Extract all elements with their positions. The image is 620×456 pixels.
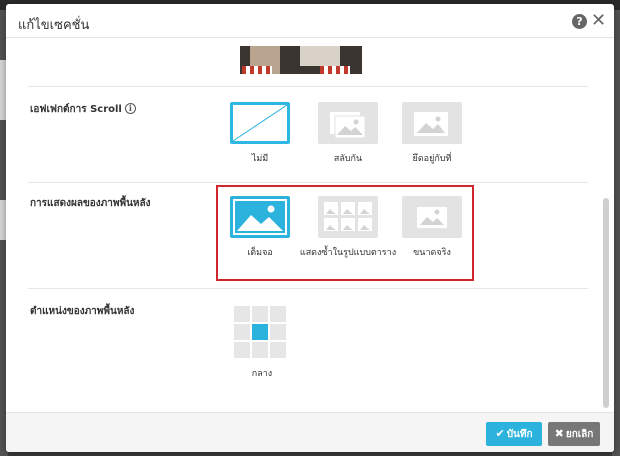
scroll-effect-label: เอฟเฟกต์การ Scroll i [30, 102, 136, 117]
dialog-body[interactable]: เอฟเฟกต์การ Scroll i ไม่มี สลับกัน ยึดอย… [16, 38, 602, 410]
position-middle-left[interactable] [234, 324, 250, 340]
image-icon [414, 112, 448, 136]
scrollbar-thumb[interactable] [603, 198, 609, 408]
dialog-header: แก้ไขเซคชั่น ? ✕ [6, 4, 614, 38]
edit-section-dialog: แก้ไขเซคชั่น ? ✕ เอฟเฟกต์การ Scroll i ไม่… [6, 4, 614, 452]
dialog-title: แก้ไขเซคชั่น [18, 18, 90, 33]
scroll-option-label: ไม่มี [251, 154, 269, 164]
background-display-label: การแสดงผลของภาพพื้นหลัง [30, 198, 151, 209]
position-middle-right[interactable] [270, 324, 286, 340]
position-top-left[interactable] [234, 306, 250, 322]
scroll-parallax-thumbnail[interactable] [318, 102, 378, 144]
background-image-preview [240, 46, 362, 74]
position-center[interactable] [252, 324, 268, 340]
position-bottom-left[interactable] [234, 342, 250, 358]
image-icon [417, 207, 447, 228]
close-icon[interactable]: ✕ [591, 11, 606, 31]
scroll-fixed-thumbnail[interactable] [402, 102, 462, 144]
actual-size-thumbnail[interactable] [402, 196, 462, 238]
position-bottom-right[interactable] [270, 342, 286, 358]
background-position-label: ตำแหน่งของภาพพื้นหลัง [30, 306, 135, 317]
position-selected-label: กลาง [251, 369, 273, 379]
check-icon: ✔ [495, 427, 505, 440]
image-icon [330, 112, 366, 139]
position-top-center[interactable] [252, 306, 268, 322]
scrollbar[interactable] [603, 40, 609, 410]
position-bottom-center[interactable] [252, 342, 268, 358]
section-divider [28, 86, 588, 87]
display-option-label: เต็มจอ [247, 248, 273, 258]
section-divider [28, 182, 588, 183]
x-icon: ✖ [554, 427, 564, 440]
position-grid[interactable] [234, 306, 290, 362]
tile-thumbnail[interactable] [318, 196, 378, 238]
image-icon [237, 205, 283, 231]
info-icon[interactable]: i [124, 103, 136, 114]
cancel-button[interactable]: ✖ ยกเลิก [548, 422, 600, 446]
section-divider [28, 288, 588, 289]
dialog-footer: ✔ บันทึก ✖ ยกเลิก [6, 412, 614, 452]
question-circle-icon[interactable]: ? [572, 14, 587, 29]
scroll-option-label: ยึดอยู่กับที่ [412, 154, 452, 164]
position-top-right[interactable] [270, 306, 286, 322]
diagonal-line-icon [233, 105, 287, 141]
scroll-none-thumbnail[interactable] [230, 102, 290, 144]
display-option-label: ขนาดจริง [413, 248, 451, 258]
save-button[interactable]: ✔ บันทึก [486, 422, 542, 446]
image-grid-icon [324, 202, 372, 231]
fullscreen-thumbnail[interactable] [230, 196, 290, 238]
